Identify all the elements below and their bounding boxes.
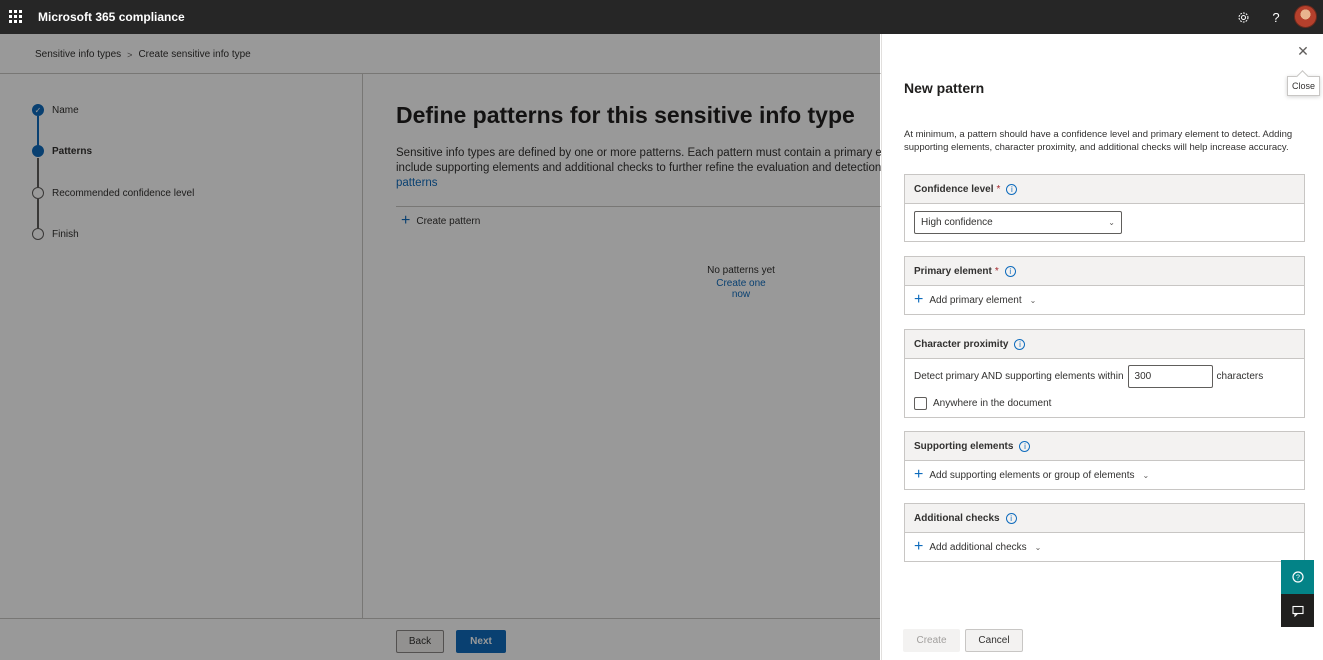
feedback-icon[interactable] (1281, 594, 1314, 627)
app-launcher-icon[interactable] (9, 10, 22, 23)
add-label: Add supporting elements or group of elem… (929, 469, 1135, 481)
info-icon[interactable]: i (1006, 183, 1018, 195)
add-label: Add additional checks (929, 541, 1027, 553)
panel-description: At minimum, a pattern should have a conf… (904, 129, 1293, 153)
panel-title: New pattern (904, 80, 985, 96)
section-body: + Add supporting elements or group of el… (905, 461, 1304, 489)
cancel-button[interactable]: Cancel (965, 629, 1023, 652)
section-header: Confidence level * i (905, 175, 1304, 204)
section-title: Character proximity (914, 338, 1009, 350)
create-button[interactable]: Create (903, 629, 960, 652)
gear-icon[interactable] (1233, 7, 1253, 27)
required-marker: * (994, 265, 999, 277)
additional-checks-section: Additional checks i + Add additional che… (904, 503, 1305, 562)
app-title[interactable]: Microsoft 365 compliance (38, 10, 185, 24)
top-bar: Microsoft 365 compliance ? (0, 0, 1323, 34)
proximity-prefix: Detect primary AND supporting elements w… (914, 370, 1124, 382)
section-title: Supporting elements (914, 440, 1014, 452)
chevron-down-icon: ⌄ (1142, 470, 1150, 480)
plus-icon: + (914, 291, 924, 308)
chevron-down-icon: ⌄ (1108, 218, 1115, 227)
info-icon[interactable]: i (1004, 265, 1016, 277)
chevron-down-icon: ⌄ (1034, 542, 1042, 552)
primary-element-section: Primary element * i + Add primary elemen… (904, 256, 1305, 315)
add-primary-element-button[interactable]: + Add primary element ⌄ (914, 291, 1037, 308)
close-tooltip: Close (1286, 76, 1320, 96)
add-label: Add primary element (929, 294, 1022, 306)
confidence-level-section: Confidence level * i High confidence ⌄ (904, 174, 1305, 242)
anywhere-checkbox[interactable] (914, 396, 927, 410)
proximity-suffix: characters (1216, 370, 1264, 382)
character-proximity-section: Character proximity i Detect primary AND… (904, 329, 1305, 418)
svg-text:?: ? (1296, 575, 1300, 582)
info-icon[interactable]: i (1014, 338, 1026, 350)
close-icon[interactable]: ✕ (1295, 43, 1311, 59)
section-title: Primary element (914, 265, 992, 277)
section-title: Additional checks (914, 512, 1000, 524)
help-icon[interactable]: ? (1281, 560, 1314, 594)
plus-icon: + (914, 538, 924, 555)
selected-value: High confidence (921, 217, 993, 228)
new-pattern-panel: ✕ Close New pattern At minimum, a patter… (881, 34, 1323, 660)
section-body: High confidence ⌄ (905, 204, 1304, 241)
info-icon[interactable]: i (1005, 512, 1017, 524)
section-header: Supporting elements i (905, 432, 1304, 461)
proximity-characters-input[interactable]: 300 (1127, 364, 1213, 388)
supporting-elements-section: Supporting elements i + Add supporting e… (904, 431, 1305, 490)
section-body: Detect primary AND supporting elements w… (905, 359, 1304, 393)
avatar[interactable] (1294, 5, 1317, 28)
confidence-level-dropdown[interactable]: High confidence ⌄ (914, 211, 1122, 234)
plus-icon: + (914, 466, 924, 483)
question-icon[interactable]: ? (1266, 7, 1286, 27)
info-icon[interactable]: i (1019, 440, 1031, 452)
section-body: Anywhere in the document (905, 393, 1304, 413)
section-header: Character proximity i (905, 330, 1304, 359)
required-marker: * (996, 183, 1001, 195)
add-supporting-elements-button[interactable]: + Add supporting elements or group of el… (914, 466, 1150, 483)
add-additional-checks-button[interactable]: + Add additional checks ⌄ (914, 538, 1042, 555)
section-header: Additional checks i (905, 504, 1304, 533)
modal-overlay[interactable] (0, 34, 880, 660)
section-title: Confidence level (914, 183, 994, 195)
chevron-down-icon: ⌄ (1029, 295, 1037, 305)
section-header: Primary element * i (905, 257, 1304, 286)
section-body: + Add primary element ⌄ (905, 286, 1304, 314)
section-body: + Add additional checks ⌄ (905, 533, 1304, 561)
anywhere-label[interactable]: Anywhere in the document (933, 398, 1051, 409)
